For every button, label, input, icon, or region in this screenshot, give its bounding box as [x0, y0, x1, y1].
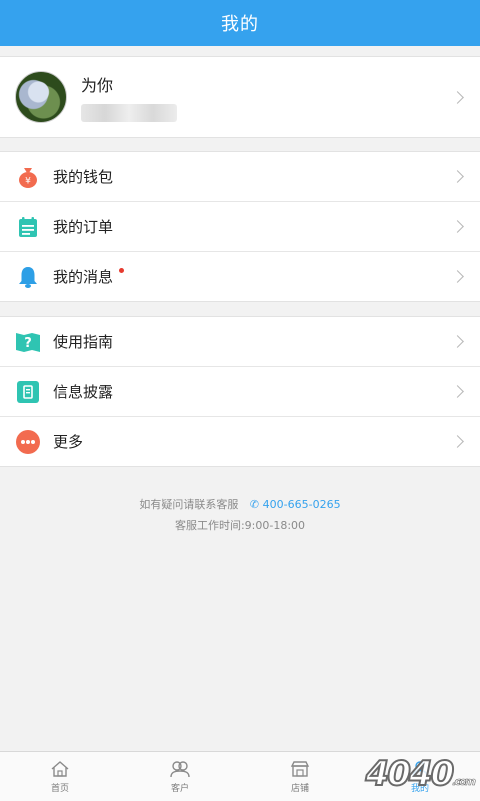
chevron-right-icon [451, 170, 464, 183]
menu-item-wallet[interactable]: ¥ 我的钱包 [0, 152, 480, 201]
svg-text:?: ? [24, 336, 32, 351]
menu-item-disclosure[interactable]: 信息披露 [0, 366, 480, 416]
tab-customers[interactable]: 客户 [120, 752, 240, 801]
chevron-right-icon [451, 335, 464, 348]
tab-home[interactable]: 首页 [0, 752, 120, 801]
tab-shop[interactable]: 店铺 [240, 752, 360, 801]
wallet-bag-icon: ¥ [15, 164, 41, 190]
customers-icon [170, 760, 190, 777]
shop-icon [290, 760, 310, 777]
guide-book-icon: ? [15, 329, 41, 355]
chevron-right-icon [451, 435, 464, 448]
menu-item-orders[interactable]: 我的订单 [0, 201, 480, 251]
profile-account-masked [81, 104, 177, 122]
order-clipboard-icon [15, 214, 41, 240]
menu-item-guide[interactable]: ? 使用指南 [0, 317, 480, 366]
menu-item-label: 使用指南 [53, 333, 114, 351]
app-header: 我的 [0, 0, 480, 46]
chevron-right-icon [451, 385, 464, 398]
menu-item-label: 我的消息 [53, 268, 114, 286]
profile-card[interactable]: 为你 [0, 56, 480, 138]
tab-label: 首页 [50, 783, 69, 794]
chevron-right-icon [451, 220, 464, 233]
avatar[interactable] [15, 71, 67, 123]
menu-item-label: 信息披露 [53, 383, 114, 401]
help-prompt: 如有疑问请联系客服 [139, 498, 239, 511]
menu-group-more: ? 使用指南 信息披露 更多 [0, 316, 480, 467]
service-hours: 客服工作时间:9:00-18:00 [174, 519, 306, 532]
phone-icon: ✆ [249, 498, 260, 511]
tab-label: 客户 [170, 783, 189, 794]
chevron-right-icon [451, 90, 464, 104]
svg-text:¥: ¥ [25, 176, 31, 186]
site-watermark-logo: 4040.com [365, 753, 477, 795]
disclosure-icon [15, 379, 41, 405]
menu-item-label: 我的订单 [53, 218, 114, 236]
more-dots-icon [15, 429, 41, 455]
menu-item-messages[interactable]: 我的消息 [0, 251, 480, 301]
service-phone-link[interactable]: 400-665-0265 [263, 498, 341, 511]
customer-service-info: 如有疑问请联系客服 ✆ 400-665-0265 客服工作时间:9:00-18:… [0, 494, 480, 536]
home-icon [51, 760, 69, 777]
menu-item-label: 更多 [53, 433, 84, 451]
menu-group-account: ¥ 我的钱包 我的订单 我的消息 [0, 151, 480, 302]
chevron-right-icon [451, 270, 464, 283]
profile-name: 为你 [81, 76, 114, 95]
page-title: 我的 [221, 14, 259, 35]
bell-icon [15, 264, 41, 290]
tab-label: 店铺 [290, 783, 309, 794]
unread-badge [119, 268, 125, 273]
menu-item-label: 我的钱包 [53, 168, 114, 186]
menu-item-more[interactable]: 更多 [0, 416, 480, 466]
